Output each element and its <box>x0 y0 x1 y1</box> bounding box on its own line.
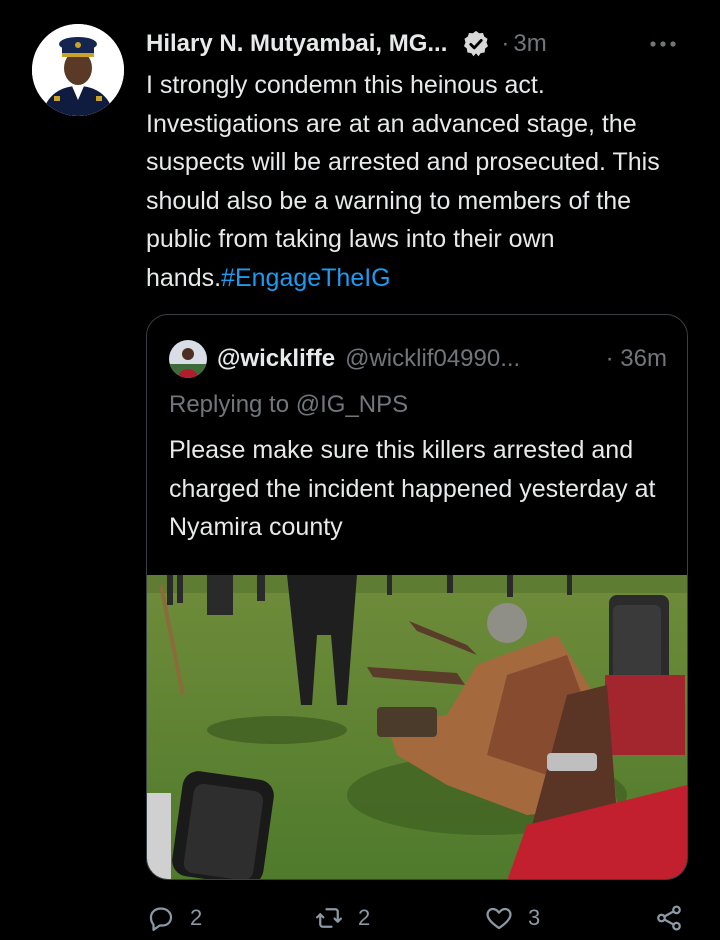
quoted-author-handle[interactable]: @wicklif04990... <box>345 345 520 373</box>
heart-icon <box>486 907 512 930</box>
share-button[interactable] <box>654 896 684 940</box>
photo-image <box>147 575 687 879</box>
author-avatar-image <box>32 24 124 116</box>
retweet-icon <box>316 908 342 928</box>
quoted-author-name[interactable]: @wickliffe <box>217 345 335 373</box>
like-button[interactable]: 3 <box>484 896 540 940</box>
quoted-tweet-photo[interactable] <box>147 575 687 879</box>
quoted-avatar-image <box>169 340 207 378</box>
quoted-tweet[interactable]: @wickliffe @wicklif04990... · 36m Replyi… <box>146 314 688 880</box>
tweet-actions: 2 2 3 <box>146 896 706 940</box>
quoted-tweet-time: · 36m <box>605 345 667 372</box>
quoted-tweet-text: Please make sure this killers arrested a… <box>169 436 656 541</box>
replying-to-label: Replying to @IG_NPS <box>169 391 409 418</box>
author-avatar[interactable] <box>32 24 124 116</box>
tweet-time[interactable]: 3m <box>513 30 546 58</box>
more-horizontal-icon[interactable] <box>648 34 678 54</box>
tweet-text: I strongly condemn this heinous act. Inv… <box>146 71 660 292</box>
like-count: 3 <box>528 905 541 930</box>
author-name[interactable]: Hilary N. Mutyambai, MG... <box>146 30 447 58</box>
share-icon <box>657 905 681 931</box>
time-separator: · <box>501 30 510 57</box>
reply-count: 2 <box>190 905 203 930</box>
quoted-tweet-header: @wickliffe @wicklif04990... · 36m <box>169 339 667 379</box>
reply-icon <box>149 907 173 931</box>
quoted-author-avatar[interactable] <box>169 340 207 378</box>
retweet-button[interactable]: 2 <box>314 896 370 940</box>
verified-badge-icon <box>464 30 489 57</box>
tweet-header: Hilary N. Mutyambai, MG... · 3m <box>146 26 694 62</box>
reply-button[interactable]: 2 <box>146 896 202 940</box>
tweet-body: I strongly condemn this heinous act. Inv… <box>146 66 696 297</box>
hashtag-link[interactable]: #EngageTheIG <box>221 264 391 292</box>
retweet-count: 2 <box>358 905 371 930</box>
